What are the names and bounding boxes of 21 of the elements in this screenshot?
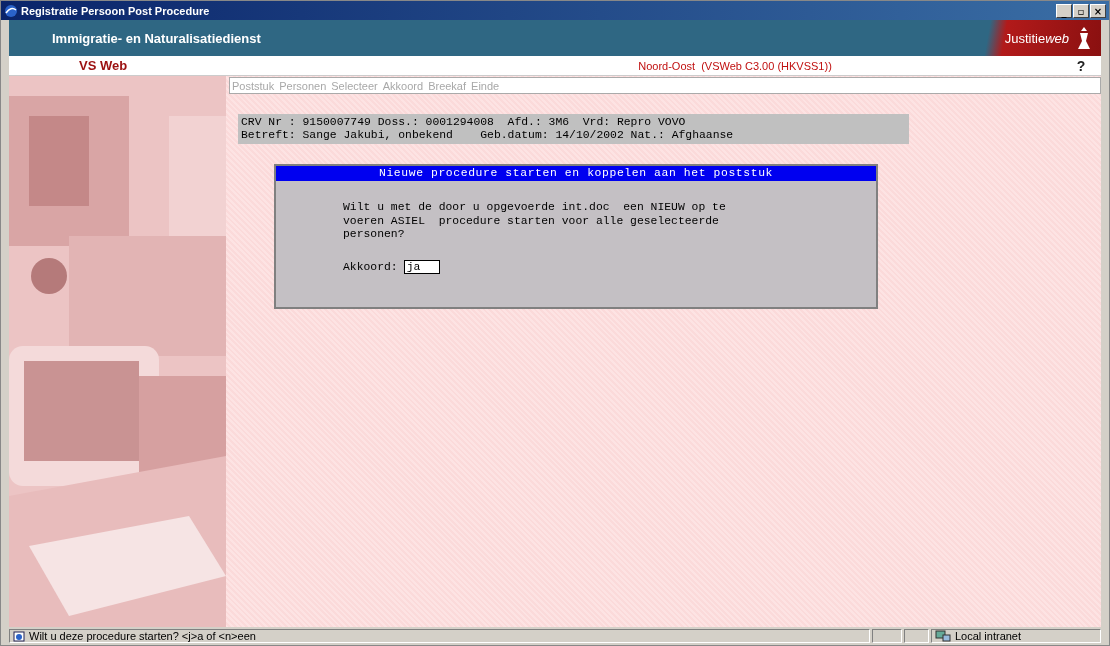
page-icon: [13, 630, 25, 642]
field-label: Akkoord:: [343, 260, 398, 273]
organisation-name: Immigratie- en Naturalisatiedienst: [52, 30, 261, 46]
window-control-button[interactable]: ▫: [1073, 3, 1089, 18]
window-title: Registratie Persoon Post Procedure: [21, 4, 211, 17]
case-info-line: Betreft: Sange Jakubi, onbekend Geb.datum: 14/10/2002 Nat.: Afghaanse: [241, 129, 735, 142]
help-button[interactable]: ?: [1061, 56, 1101, 75]
status-message: Wilt u deze procedure starten? <j>a of <n>een: [9, 629, 870, 643]
app-icon: [4, 3, 18, 18]
computer-icon: [935, 630, 951, 642]
app-name: VS Web: [78, 58, 129, 73]
status-pane: [904, 629, 929, 643]
security-zone: Local intranet: [931, 629, 1101, 643]
dialog-message: Wilt u met de door u opgevoerde int.doc een NIEUW op te voeren ASIEL procedure starten voor alle geselecteerde personen?: [343, 201, 727, 242]
case-info-line: CRV Nr : 9150007749 Doss.: 0001294008 Afd.: 3M6 Vrd: Repro VOVO: [241, 116, 687, 129]
window-control-button[interactable]: _: [1056, 3, 1072, 18]
location-label: Noord-Oost (VSWeb C3.00 (HKVSS1)): [637, 59, 833, 72]
window-control-button[interactable]: ×: [1090, 3, 1106, 18]
dialog-title: Nieuwe procedure starten en koppelen aan het poststuk: [276, 166, 876, 181]
input-field[interactable]: ja: [403, 259, 440, 274]
status-pane: [872, 629, 902, 643]
